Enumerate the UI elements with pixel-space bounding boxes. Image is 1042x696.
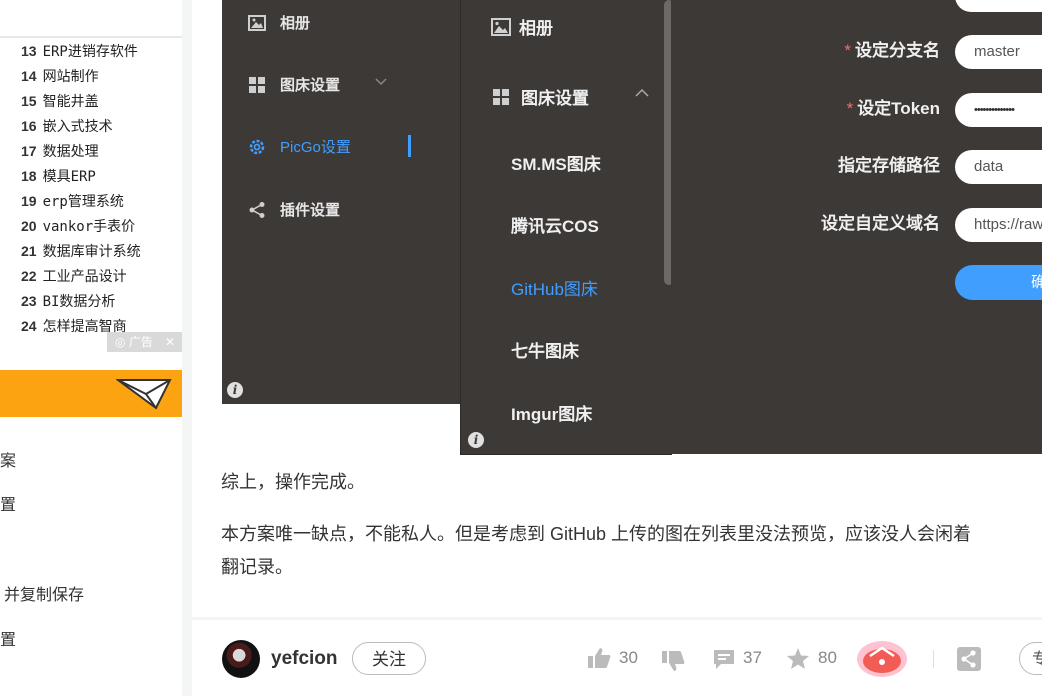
input-path: data <box>955 150 1042 184</box>
share-icon[interactable] <box>957 647 981 671</box>
menu-picbed-settings: 图床设置 <box>491 84 589 109</box>
reward-badge-icon[interactable] <box>856 640 908 678</box>
nav-album: 相册 <box>248 12 310 33</box>
article-paragraph: 本方案唯一缺点，不能私人。但是考虑到 GitHub 上传的图在列表里没法预览，应… <box>221 524 972 544</box>
nav-plugin-settings: 插件设置 <box>248 199 340 220</box>
list-item[interactable]: 13 ERP进销存软件 <box>21 41 138 63</box>
label-path: 指定存储路径 <box>838 156 940 175</box>
collect-count: 80 <box>818 648 837 667</box>
label-branch: * 设定分支名 <box>844 41 940 60</box>
info-icon: i <box>227 382 243 398</box>
confirm-button: 确 <box>955 265 1042 300</box>
menu-album: 相册 <box>491 14 553 39</box>
list-item[interactable]: 14 网站制作 <box>21 66 99 88</box>
thumbs-down-icon[interactable] <box>661 650 685 672</box>
menu-item-github: GitHub图床 <box>511 280 598 299</box>
menu-item-tencent-cos: 腾讯云COS <box>511 217 599 236</box>
comment-icon[interactable] <box>712 648 736 670</box>
label-custom-domain: 设定自定义域名 <box>821 214 940 233</box>
input-custom-domain: https://raw <box>955 208 1042 242</box>
chevron-down-icon <box>375 78 387 86</box>
toc-item[interactable]: 并复制保存 <box>4 581 84 605</box>
thumbs-up-icon[interactable] <box>587 647 611 669</box>
menu-item-imgur: Imgur图床 <box>511 405 593 424</box>
share-icon <box>249 201 265 218</box>
picgo-main-screenshot: 相册 图床设置 PicGo设置 插件设置 i <box>222 0 462 404</box>
input-branch: master <box>955 35 1042 69</box>
star-icon[interactable] <box>786 647 810 670</box>
follow-button[interactable]: 关注 <box>352 642 426 675</box>
ad-label: ◎ 广告 <box>115 335 153 349</box>
menu-item-smms: SM.MS图床 <box>511 155 601 174</box>
divider <box>933 650 934 668</box>
ad-close-icon[interactable]: ✕ <box>165 332 175 352</box>
paper-plane-icon <box>116 379 172 410</box>
gear-icon <box>249 139 265 154</box>
article-paragraph: 翻记录。 <box>221 557 293 577</box>
grid-icon <box>249 76 265 93</box>
list-item[interactable]: 16 嵌入式技术 <box>21 116 113 138</box>
toc-item[interactable]: 置 <box>0 491 16 515</box>
list-item[interactable]: 21 数据库审计系统 <box>21 241 141 263</box>
author-name[interactable]: yefcion <box>271 648 338 670</box>
chevron-up-icon <box>635 88 649 97</box>
image-icon <box>248 14 266 31</box>
menu-item-qiniu: 七牛图床 <box>511 342 579 361</box>
list-item[interactable]: 20 vankor手表价 <box>21 216 135 238</box>
info-icon: i <box>468 432 484 448</box>
input-token: •••••••••••••• <box>955 93 1042 127</box>
ad-badge: ◎ 广告 ✕ <box>107 332 182 352</box>
list-item[interactable]: 15 智能井盖 <box>21 91 99 113</box>
form-input-top <box>955 0 1042 12</box>
author-avatar[interactable] <box>222 640 260 678</box>
hot-search-list: 13 ERP进销存软件 14 网站制作 15 智能井盖 16 嵌入式技术 17 数据处理 … <box>0 38 182 360</box>
list-item[interactable]: 23 BI数据分析 <box>21 291 115 313</box>
article-paragraph: 综上，操作完成。 <box>221 472 365 492</box>
list-item[interactable]: 18 模具ERP <box>21 166 96 188</box>
image-icon <box>491 18 511 36</box>
grid-icon <box>493 89 509 105</box>
promo-banner[interactable] <box>0 370 182 417</box>
list-item[interactable]: 19 erp管理系统 <box>21 191 124 213</box>
nav-picbed-settings: 图床设置 <box>248 74 340 95</box>
sidebar-top-card <box>0 0 182 38</box>
nav-picgo-settings: PicGo设置 <box>248 136 351 157</box>
label-token: * 设定Token <box>846 99 940 118</box>
toc-item[interactable]: 置 <box>0 626 16 650</box>
list-item[interactable]: 17 数据处理 <box>21 141 99 163</box>
like-count: 30 <box>619 648 638 667</box>
active-indicator <box>408 135 411 157</box>
toc-item[interactable]: 案 <box>0 447 16 471</box>
list-item[interactable]: 22 工业产品设计 <box>21 266 127 288</box>
comment-count: 37 <box>743 648 762 667</box>
